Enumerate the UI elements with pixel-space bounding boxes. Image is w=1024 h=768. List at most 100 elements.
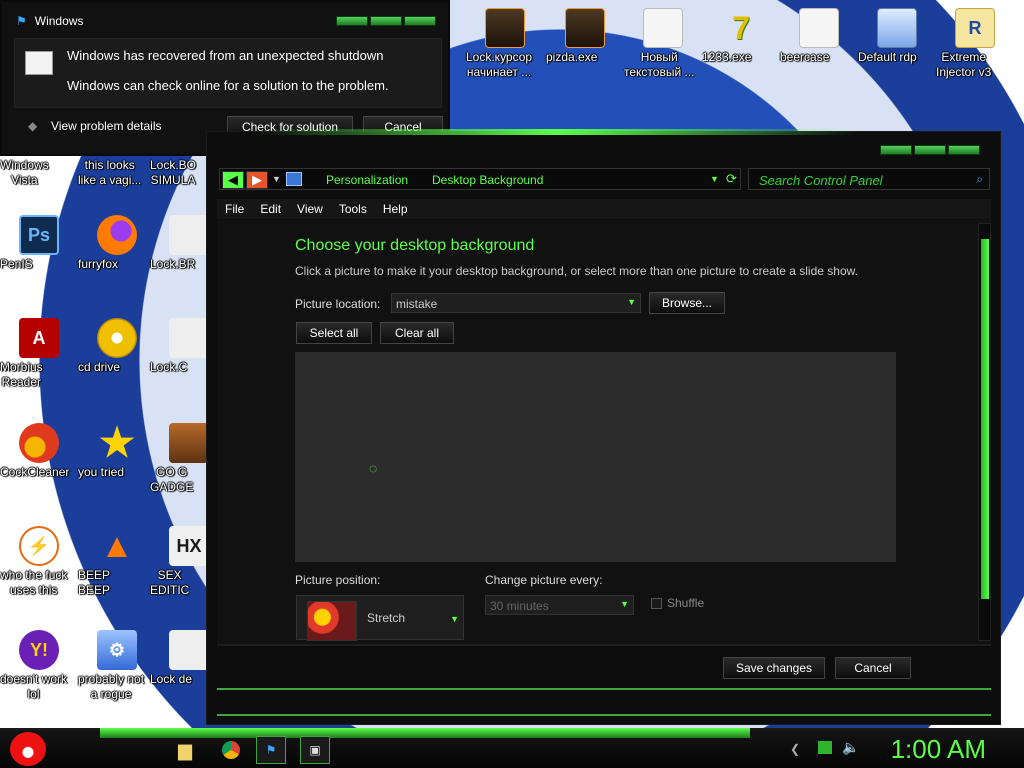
desktop-icon-who-uses-this[interactable]: ⚡ who the fuck uses this bbox=[0, 526, 78, 597]
desktop-icon-1233[interactable]: 7 1233.exe bbox=[702, 8, 780, 65]
desktop-icon-yahoo[interactable]: Y! doesn't work lol bbox=[0, 630, 78, 701]
desktop-icon-extreme-injector[interactable]: R Extreme Injector v3 bbox=[936, 8, 1014, 79]
picture-position-select[interactable]: Stretch ▼ bbox=[296, 595, 464, 641]
control-panel-icon bbox=[286, 172, 302, 186]
desktop-icon-beercase[interactable]: beercase bbox=[780, 8, 858, 64]
menu-help[interactable]: Help bbox=[375, 199, 416, 219]
folder-icon: ▆ bbox=[178, 739, 192, 760]
acrobat-icon: A bbox=[19, 318, 59, 358]
window-glow bbox=[257, 129, 857, 135]
cd-icon bbox=[97, 318, 137, 358]
desktop-icon-default-rdp[interactable]: Default rdp bbox=[858, 8, 936, 64]
change-picture-value: 30 minutes bbox=[490, 599, 549, 613]
start-button[interactable] bbox=[10, 732, 46, 766]
desktop-icon-pizda[interactable]: pizda.exe bbox=[546, 8, 624, 64]
status-bar bbox=[217, 692, 991, 716]
show-hidden-icons-chevron-icon[interactable]: ❮ bbox=[790, 742, 800, 756]
vlc-cone-icon: ▲ bbox=[100, 526, 134, 565]
desktop-icon-beep-beep[interactable]: ▲ BEEP BEEP bbox=[78, 526, 156, 598]
rar-icon: R bbox=[955, 8, 995, 48]
close-button[interactable] bbox=[948, 145, 980, 155]
seven-zip-icon: 7 bbox=[732, 9, 750, 46]
close-button[interactable] bbox=[404, 16, 436, 26]
shuffle-checkbox[interactable] bbox=[651, 598, 662, 609]
menu-file[interactable]: File bbox=[217, 199, 252, 219]
desktop-icon-furryfox[interactable]: furryfox bbox=[78, 215, 156, 271]
picture-location-select[interactable]: mistake ▼ bbox=[391, 293, 641, 313]
document-icon bbox=[799, 8, 839, 48]
desktop-icon-cd-drive[interactable]: cd drive bbox=[78, 318, 156, 374]
desktop-icon-morbius-reader[interactable]: A Morbius Reader bbox=[0, 318, 78, 389]
content-scrollbar[interactable] bbox=[978, 223, 991, 641]
dialog-taskbar-icon[interactable]: ▣ bbox=[300, 736, 330, 764]
maximize-button[interactable] bbox=[370, 16, 402, 26]
briefcase-icon bbox=[169, 423, 209, 463]
search-icon[interactable]: ⌕ bbox=[976, 172, 983, 187]
clear-all-button[interactable]: Clear all bbox=[380, 322, 454, 344]
lightning-icon: ⚡ bbox=[19, 526, 59, 566]
address-bar[interactable]: ◀ ▶ ▼ Personalization Desktop Background… bbox=[219, 168, 741, 190]
dialog-title: Windows bbox=[34, 14, 84, 28]
menu-edit[interactable]: Edit bbox=[252, 199, 289, 219]
document-icon bbox=[169, 630, 209, 670]
busy-cursor-icon: ◌ bbox=[369, 460, 378, 476]
volume-icon[interactable]: 🔈 bbox=[842, 739, 859, 756]
chevron-down-icon[interactable]: ▼ bbox=[710, 174, 719, 184]
window-controls bbox=[336, 16, 436, 26]
desktop-icon-lock-cursor[interactable]: Lock.курсор начинает ... bbox=[466, 8, 544, 79]
chrome-icon bbox=[222, 741, 240, 759]
control-panel-taskbar-icon[interactable]: ⚑ bbox=[256, 736, 286, 764]
desktop-icon-cockcleaner[interactable]: CockCleaner bbox=[0, 423, 78, 479]
network-icon[interactable] bbox=[818, 741, 832, 754]
chevron-down-icon: ▼ bbox=[620, 599, 629, 609]
document-icon bbox=[169, 318, 209, 358]
forward-button[interactable]: ▶ bbox=[246, 171, 268, 189]
picture-gallery[interactable]: ◌ bbox=[295, 352, 896, 562]
ccleaner-icon bbox=[19, 423, 59, 463]
dialog-submessage: Windows can check online for a solution … bbox=[67, 78, 389, 93]
hex-editor-icon: HX bbox=[169, 526, 209, 566]
menu-view[interactable]: View bbox=[289, 199, 331, 219]
minimize-button[interactable] bbox=[880, 145, 912, 155]
window-footer: Save changes Cancel bbox=[217, 644, 991, 690]
cancel-button[interactable]: Cancel bbox=[835, 657, 911, 679]
select-all-button[interactable]: Select all bbox=[296, 322, 372, 344]
chevron-down-icon: ▼ bbox=[627, 297, 636, 307]
page-title: Choose your desktop background bbox=[295, 237, 535, 254]
firefox-icon bbox=[97, 215, 137, 255]
explorer-taskbar-icon[interactable]: ▆ bbox=[170, 736, 200, 764]
windows-flag-icon: ⚑ bbox=[16, 14, 27, 28]
view-details-link[interactable]: View problem details bbox=[51, 119, 162, 133]
document-icon bbox=[643, 8, 683, 48]
recent-pages-dropdown-icon[interactable]: ▼ bbox=[272, 174, 281, 184]
save-changes-button[interactable]: Save changes bbox=[723, 657, 825, 679]
menu-tools[interactable]: Tools bbox=[331, 199, 375, 219]
scrollbar-thumb[interactable] bbox=[981, 239, 989, 599]
browse-button[interactable]: Browse... bbox=[649, 292, 725, 314]
error-report-icon bbox=[25, 51, 53, 75]
taskbar-clock[interactable]: 1:00 AM bbox=[891, 734, 986, 765]
search-input[interactable]: Search Control Panel ⌕ bbox=[748, 168, 990, 190]
refresh-icon[interactable]: ⟳ bbox=[726, 171, 737, 187]
remote-desktop-icon bbox=[877, 8, 917, 48]
picture-location-value: mistake bbox=[396, 297, 438, 311]
desktop-icon-probably-not-rogue[interactable]: ⚙ probably not a rogue bbox=[78, 630, 156, 701]
breadcrumb-personalization[interactable]: Personalization bbox=[326, 173, 408, 187]
maximize-button[interactable] bbox=[914, 145, 946, 155]
shuffle-label: Shuffle bbox=[667, 596, 705, 610]
desktop-icon-new-text[interactable]: Новый текстовый ... bbox=[624, 8, 702, 79]
menu-bar: File Edit View Tools Help bbox=[217, 199, 991, 219]
chrome-taskbar-icon[interactable] bbox=[216, 736, 246, 764]
minimize-button[interactable] bbox=[336, 16, 368, 26]
stretch-preview-thumbnail bbox=[307, 601, 357, 641]
chevron-down-icon[interactable]: ◆ bbox=[28, 119, 37, 133]
back-button[interactable]: ◀ bbox=[222, 171, 244, 189]
yahoo-icon: Y! bbox=[19, 630, 59, 670]
window-icon bbox=[565, 8, 605, 48]
photoshop-icon: Ps bbox=[19, 215, 59, 255]
change-picture-select[interactable]: 30 minutes ▼ bbox=[485, 595, 634, 615]
breadcrumb-desktop-background[interactable]: Desktop Background bbox=[432, 173, 543, 187]
desktop-icon-you-tried[interactable]: ★ you tried bbox=[78, 421, 156, 479]
desktop-icon-penis[interactable]: Ps PenIS bbox=[0, 215, 78, 271]
content-pane: Choose your desktop background Click a p… bbox=[217, 220, 991, 644]
